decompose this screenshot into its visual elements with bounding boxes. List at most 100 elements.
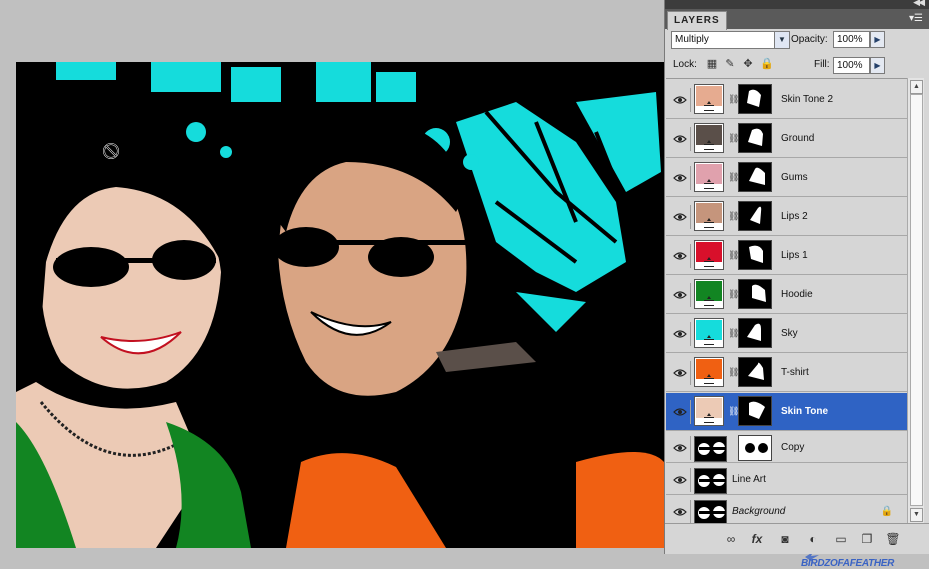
layer-image-thumbnail[interactable] bbox=[694, 436, 727, 462]
layers-scrollbar[interactable]: ▲ ▼ bbox=[907, 78, 924, 524]
link-icon[interactable]: ⛓ bbox=[728, 289, 739, 300]
opacity-slider-arrow-icon[interactable]: ▶ bbox=[870, 31, 885, 48]
no-symbol-cursor-icon bbox=[102, 142, 120, 160]
eye-icon[interactable] bbox=[670, 88, 691, 112]
layer-mask-thumbnail[interactable] bbox=[738, 84, 772, 114]
panel-menu-icon[interactable]: ▾☰ bbox=[909, 13, 923, 24]
layer-name: Copy bbox=[781, 441, 805, 453]
fill-layer-thumbnail[interactable] bbox=[694, 240, 724, 270]
layer-mask-thumbnail[interactable] bbox=[738, 201, 772, 231]
layer-mask-thumbnail[interactable] bbox=[738, 279, 772, 309]
panel-tab-bar: LAYERS ▾☰ bbox=[665, 9, 929, 30]
scroll-down-icon[interactable]: ▼ bbox=[910, 508, 923, 522]
fill-layer-thumbnail[interactable] bbox=[694, 84, 724, 114]
eye-icon[interactable] bbox=[670, 467, 691, 492]
link-icon[interactable]: ⛓ bbox=[728, 367, 739, 378]
layer-row[interactable]: Copy bbox=[666, 432, 907, 463]
lock-position-icon[interactable]: ✥ bbox=[742, 58, 754, 70]
layer-name: Hoodie bbox=[781, 289, 813, 300]
fill-adjust-icon bbox=[704, 218, 714, 228]
adjustment-layer-icon[interactable]: ◐ bbox=[805, 531, 821, 547]
fill-layer-thumbnail[interactable] bbox=[694, 318, 724, 348]
lock-icon: 🔒 bbox=[880, 505, 893, 517]
layer-name: Skin Tone 2 bbox=[781, 94, 834, 105]
layer-mask-thumbnail[interactable] bbox=[738, 123, 772, 153]
folder-icon[interactable]: ▭ bbox=[833, 531, 849, 547]
eye-icon[interactable] bbox=[670, 361, 691, 385]
trash-icon[interactable]: 🗑 bbox=[885, 531, 901, 547]
fill-layer-thumbnail[interactable] bbox=[694, 279, 724, 309]
fill-layer-thumbnail[interactable] bbox=[694, 162, 724, 192]
lock-all-icon[interactable]: 🔒 bbox=[760, 58, 774, 70]
layer-row[interactable]: ⛓ Lips 1 bbox=[666, 237, 907, 275]
fill-input[interactable]: 100% bbox=[833, 57, 870, 74]
layer-name: Lips 1 bbox=[781, 250, 808, 261]
eye-icon[interactable] bbox=[670, 400, 691, 424]
scroll-thumb[interactable] bbox=[910, 94, 923, 506]
layer-row[interactable]: ⛓ Ground bbox=[666, 120, 907, 158]
blend-mode-value: Multiply bbox=[675, 34, 709, 45]
fill-label: Fill: bbox=[814, 59, 830, 70]
lock-transparent-pixels-icon[interactable]: ▦ bbox=[706, 58, 718, 70]
panel-title-strip: ◀◀ bbox=[665, 0, 929, 9]
layer-mask-thumbnail[interactable] bbox=[738, 240, 772, 270]
link-layers-icon[interactable]: ∞ bbox=[723, 531, 739, 547]
eye-icon[interactable] bbox=[670, 322, 691, 346]
lock-label: Lock: bbox=[673, 59, 697, 70]
link-icon[interactable]: ⛓ bbox=[728, 94, 739, 105]
link-icon[interactable]: ⛓ bbox=[728, 406, 739, 417]
link-icon[interactable]: ⛓ bbox=[728, 250, 739, 261]
layer-mask-thumbnail[interactable] bbox=[738, 357, 772, 387]
document-canvas-area[interactable] bbox=[0, 0, 664, 554]
layer-image-thumbnail[interactable] bbox=[694, 468, 727, 494]
layer-row[interactable]: ⛓ Hoodie bbox=[666, 276, 907, 314]
layer-mask-thumbnail[interactable] bbox=[738, 318, 772, 348]
eye-icon[interactable] bbox=[670, 205, 691, 229]
layer-row[interactable]: ⛓ Lips 2 bbox=[666, 198, 907, 236]
collapse-panel-icon[interactable]: ◀◀ bbox=[913, 0, 925, 8]
layer-name: Ground bbox=[781, 133, 815, 144]
eye-icon[interactable] bbox=[670, 435, 691, 460]
fill-adjust-icon bbox=[704, 413, 714, 423]
link-icon[interactable]: ⛓ bbox=[728, 133, 739, 144]
chevron-down-icon[interactable]: ▼ bbox=[774, 32, 789, 48]
layers-list: ⛓ Skin Tone 2 ⛓ Ground ⛓ Gums ⛓ Lips 2 ⛓ Lips 1 ⛓ H… bbox=[666, 78, 907, 569]
layer-mask-thumbnail[interactable] bbox=[738, 396, 772, 426]
new-layer-icon[interactable]: ❐ bbox=[859, 531, 875, 547]
tab-layers[interactable]: LAYERS bbox=[667, 11, 727, 30]
link-icon[interactable]: ⛓ bbox=[728, 211, 739, 222]
opacity-input[interactable]: 100% bbox=[833, 31, 870, 48]
fill-layer-thumbnail[interactable] bbox=[694, 201, 724, 231]
eye-icon[interactable] bbox=[670, 283, 691, 307]
eye-icon[interactable] bbox=[670, 499, 691, 524]
opacity-label: Opacity: bbox=[791, 34, 828, 45]
eye-icon[interactable] bbox=[670, 166, 691, 190]
fill-adjust-icon bbox=[704, 140, 714, 150]
scroll-up-icon[interactable]: ▲ bbox=[910, 80, 923, 94]
layer-row[interactable]: Line Art bbox=[666, 464, 907, 495]
fill-layer-thumbnail[interactable] bbox=[694, 123, 724, 153]
artwork-image[interactable] bbox=[16, 62, 664, 548]
fx-icon[interactable]: fx bbox=[749, 531, 765, 547]
layers-panel: ◀◀ LAYERS ▾☰ Multiply ▼ Opacity: 100% ▶ … bbox=[664, 0, 929, 569]
layer-mask-thumbnail[interactable] bbox=[738, 162, 772, 192]
layers-footer: ∞ fx ◙ ◐ ▭ ❐ 🗑 bbox=[665, 523, 929, 554]
lock-image-pixels-icon[interactable]: ✎ bbox=[724, 58, 736, 70]
layer-row[interactable]: ⛓ Sky bbox=[666, 315, 907, 353]
layer-row[interactable]: ⛓ Skin Tone bbox=[666, 393, 907, 431]
layer-row[interactable]: ⛓ Gums bbox=[666, 159, 907, 197]
layer-row[interactable]: ⛓ Skin Tone 2 bbox=[666, 81, 907, 119]
eye-icon[interactable] bbox=[670, 244, 691, 268]
add-mask-icon[interactable]: ◙ bbox=[777, 531, 793, 547]
fill-slider-arrow-icon[interactable]: ▶ bbox=[870, 57, 885, 74]
fill-adjust-icon bbox=[704, 101, 714, 111]
blend-mode-select[interactable]: Multiply ▼ bbox=[671, 31, 790, 49]
fill-layer-thumbnail[interactable] bbox=[694, 357, 724, 387]
link-icon[interactable]: ⛓ bbox=[728, 172, 739, 183]
link-icon[interactable]: ⛓ bbox=[728, 328, 739, 339]
fill-layer-thumbnail[interactable] bbox=[694, 396, 724, 426]
eye-icon[interactable] bbox=[670, 127, 691, 151]
layer-row[interactable]: ⛓ T-shirt bbox=[666, 354, 907, 392]
fill-adjust-icon bbox=[704, 257, 714, 267]
layer-mask-thumbnail[interactable] bbox=[738, 435, 772, 461]
